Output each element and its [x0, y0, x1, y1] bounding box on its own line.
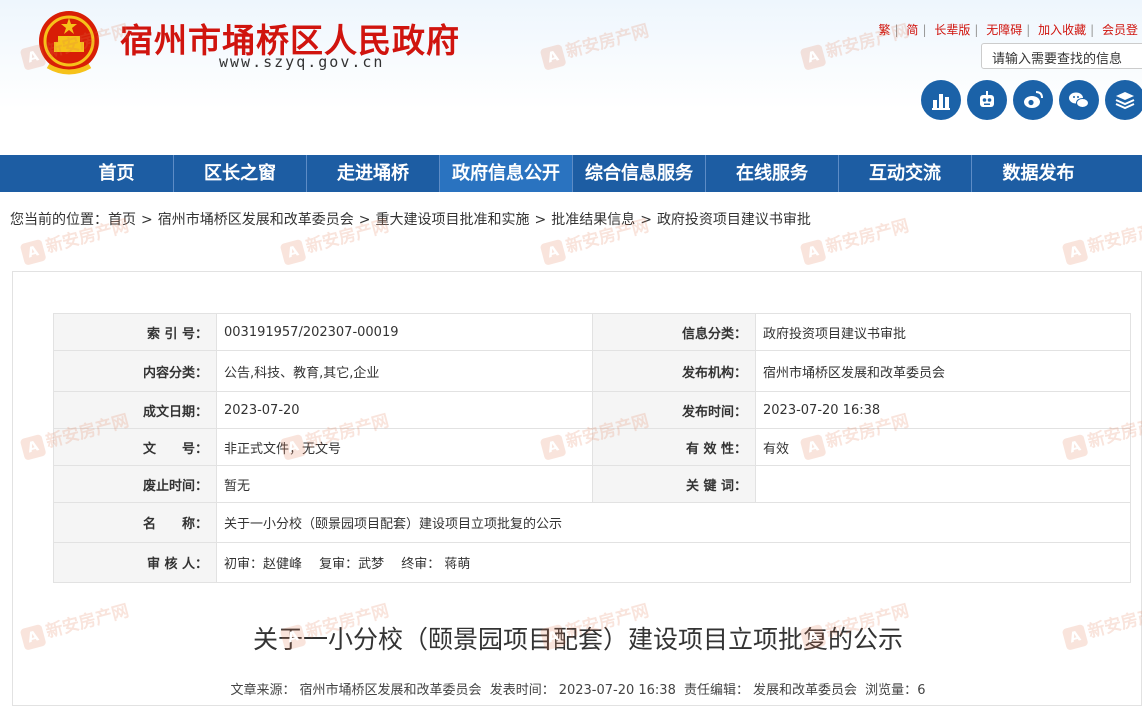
date-value: 2023-07-20 — [216, 391, 593, 429]
link-simplified[interactable]: 简 — [902, 23, 922, 37]
breadcrumb-prefix: 您当前的位置： — [10, 212, 108, 228]
table-row: 名 称： 关于一小分校（颐景园项目配套）建设项目立项批复的公示 — [53, 502, 1131, 543]
editor-value: 发展和改革委员会 — [753, 683, 858, 698]
keywords-label: 关 键 词： — [592, 465, 756, 503]
publish-time-value: 2023-07-20 16:38 — [755, 391, 1131, 429]
source-label: 文章来源： — [230, 683, 296, 698]
national-emblem-icon — [39, 11, 99, 75]
table-row: 索 引 号： 003191957/202307-00019 信息分类： 政府投资… — [53, 313, 1131, 351]
table-row: 内容分类： 公告,科技、教育,其它,企业 发布机构： 宿州市埇桥区发展和改革委员… — [53, 350, 1131, 392]
nav-item-interaction[interactable]: 互动交流 — [839, 155, 972, 192]
editor-label: 责任编辑： — [684, 683, 750, 698]
nav-item-data[interactable]: 数据发布 — [972, 155, 1105, 192]
category-label: 信息分类： — [592, 313, 756, 351]
table-row: 废止时间： 暂无 关 键 词： — [53, 465, 1131, 503]
table-row: 成文日期： 2023-07-20 发布时间： 2023-07-20 16:38 — [53, 391, 1131, 429]
top-links: 繁 | 简 | 长辈版 | 无障碍 | 加入收藏 | 会员登 — [875, 21, 1142, 38]
source-value: 宿州市埇桥区发展和改革委员会 — [299, 683, 482, 698]
nav-item-online-services[interactable]: 在线服务 — [706, 155, 839, 192]
nav-item-home[interactable]: 首页 — [60, 155, 174, 192]
link-accessibility[interactable]: 无障碍 — [982, 23, 1026, 37]
breadcrumb-current[interactable]: 政府投资项目建议书审批 — [657, 212, 811, 228]
breadcrumb-projects[interactable]: 重大建设项目批准和实施 — [375, 212, 529, 228]
search-input[interactable]: 请输入需要查找的信息 — [981, 43, 1142, 69]
doc-number-label: 文 号： — [53, 428, 217, 466]
reviewer-value: 初审：赵健峰 复审：武梦 终审： 蒋萌 — [216, 542, 1131, 583]
breadcrumb: 您当前的位置：首页 > 宿州市埇桥区发展和改革委员会 > 重大建设项目批准和实施 > 批准结… — [10, 212, 811, 228]
weibo-icon[interactable] — [1013, 80, 1053, 120]
bar-chart-icon[interactable] — [921, 80, 961, 120]
name-value: 关于一小分校（颐景园项目配套）建设项目立项批复的公示 — [216, 502, 1131, 543]
publish-time-meta-label: 发表时间： — [489, 683, 555, 698]
robot-icon[interactable] — [967, 80, 1007, 120]
table-row: 文 号： 非正式文件，无文号 有 效 性： 有效 — [53, 428, 1131, 466]
views-value: 6 — [917, 683, 926, 698]
breadcrumb-results[interactable]: 批准结果信息 — [551, 212, 635, 228]
publish-time-label: 发布时间： — [592, 391, 756, 429]
link-elder-mode[interactable]: 长辈版 — [930, 23, 974, 37]
publisher-label: 发布机构： — [592, 350, 756, 392]
date-label: 成文日期： — [53, 391, 217, 429]
content-category-value: 公告,科技、教育,其它,企业 — [216, 350, 593, 392]
content-category-label: 内容分类： — [53, 350, 217, 392]
wechat-icon[interactable] — [1059, 80, 1099, 120]
breadcrumb-home[interactable]: 首页 — [108, 212, 136, 228]
category-value: 政府投资项目建议书审批 — [755, 313, 1131, 351]
page: 宿州市埇桥区人民政府 www.szyq.gov.cn 繁 | 简 | 长辈版 | 无障… — [0, 0, 1142, 706]
validity-label: 有 效 性： — [592, 428, 756, 466]
link-traditional[interactable]: 繁 — [875, 23, 895, 37]
breadcrumb-dept[interactable]: 宿州市埇桥区发展和改革委员会 — [158, 212, 354, 228]
index-value: 003191957/202307-00019 — [216, 313, 593, 351]
article-meta: 文章来源： 宿州市埇桥区发展和改革委员会 发表时间： 2023-07-20 16:3… — [13, 679, 1142, 698]
name-label: 名 称： — [53, 502, 217, 543]
link-member-login[interactable]: 会员登 — [1098, 23, 1142, 37]
publish-time-meta-value: 2023-07-20 16:38 — [558, 683, 676, 698]
layers-icon[interactable] — [1105, 80, 1142, 120]
keywords-value — [755, 465, 1131, 503]
watermark: A 新安房产网 — [1060, 211, 1142, 266]
article-title: 关于一小分校（颐景园项目配套）建设项目立项批复的公示 — [252, 625, 903, 654]
nav-item-services-info[interactable]: 综合信息服务 — [573, 155, 706, 192]
info-table: 索 引 号： 003191957/202307-00019 信息分类： 政府投资… — [53, 313, 1131, 583]
table-row: 审 核 人： 初审：赵健峰 复审：武梦 终审： 蒋萌 — [53, 542, 1131, 583]
abolish-time-value: 暂无 — [216, 465, 593, 503]
nav-item-mayor[interactable]: 区长之窗 — [174, 155, 307, 192]
link-add-favorite[interactable]: 加入收藏 — [1034, 23, 1090, 37]
site-header: 宿州市埇桥区人民政府 www.szyq.gov.cn 繁 | 简 | 长辈版 | 无障… — [0, 0, 1142, 155]
abolish-time-label: 废止时间： — [53, 465, 217, 503]
main-nav: 首页 区长之窗 走进埇桥 政府信息公开 综合信息服务 在线服务 互动交流 数据发… — [0, 155, 1142, 192]
reviewer-label: 审 核 人： — [53, 542, 217, 583]
watermark: A 新安房产网 — [798, 211, 911, 266]
nav-item-gov-info[interactable]: 政府信息公开 — [440, 155, 573, 192]
nav-item-about[interactable]: 走进埇桥 — [307, 155, 440, 192]
site-url: www.szyq.gov.cn — [219, 53, 385, 71]
index-label: 索 引 号： — [53, 313, 217, 351]
validity-value: 有效 — [755, 428, 1131, 466]
publisher-value: 宿州市埇桥区发展和改革委员会 — [755, 350, 1131, 392]
doc-number-value: 非正式文件，无文号 — [216, 428, 593, 466]
views-label: 浏览量： — [865, 683, 918, 698]
content-panel: 索 引 号： 003191957/202307-00019 信息分类： 政府投资… — [12, 271, 1142, 706]
